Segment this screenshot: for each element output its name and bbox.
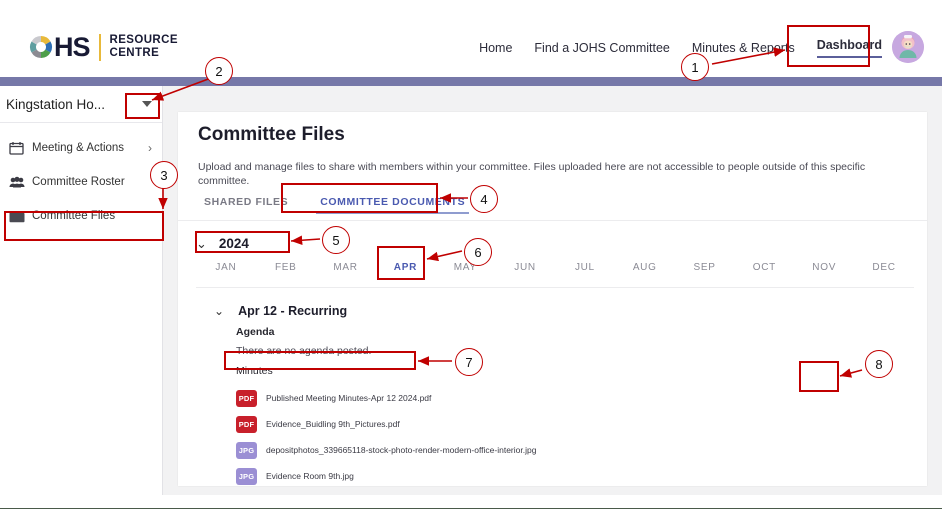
agenda-label: Agenda [236, 326, 275, 338]
month-feb[interactable]: FEB [256, 262, 316, 282]
tab-committee-documents[interactable]: COMMITTEE DOCUMENTS [310, 190, 475, 217]
month-may[interactable]: MAY [435, 262, 495, 282]
accent-band [0, 77, 942, 86]
month-strip: JAN FEB MAR APR MAY JUN JUL AUG SEP OCT NOV DEC [196, 262, 914, 282]
chevron-down-icon: ⌄ [196, 236, 207, 251]
folder-icon [8, 209, 25, 224]
file-name-link[interactable]: depositphotos_339665118-stock-photo-rend… [266, 445, 536, 455]
sidebar-item-meeting-actions[interactable]: Meeting & Actions › [0, 131, 162, 165]
jpg-file-icon: JPG [236, 441, 257, 459]
file-row: JPG depositphotos_339665118-stock-photo-r… [236, 437, 908, 463]
caret-down-icon[interactable] [142, 101, 152, 107]
agenda-empty-message: There are no agenda posted. [236, 345, 372, 357]
month-apr[interactable]: APR [375, 262, 435, 282]
app-screenshot: HS RESOURCE CENTRE Home Find a JOHS Commi… [0, 0, 942, 516]
committee-picker-label: Kingstation Ho... [6, 96, 106, 112]
tab-shared-files[interactable]: SHARED FILES [194, 190, 298, 217]
file-name-link[interactable]: Evidence_Buidling 9th_Pictures.pdf [266, 419, 400, 429]
year-selector[interactable]: ⌄ 2024 [196, 236, 249, 251]
month-dec[interactable]: DEC [854, 262, 914, 282]
chevron-down-icon: ⌄ [214, 304, 225, 318]
nav-item-minutes-reports[interactable]: Minutes & Reports [692, 41, 795, 55]
content-card: Committee Files Upload and manage files … [178, 112, 927, 486]
sidebar-item-committee-roster[interactable]: Committee Roster [0, 165, 162, 199]
month-strip-divider [196, 287, 914, 288]
year-label: 2024 [218, 236, 249, 251]
avatar[interactable] [892, 31, 924, 63]
bottom-rule [0, 508, 942, 509]
brand-logo[interactable]: HS RESOURCE CENTRE [28, 30, 178, 64]
month-aug[interactable]: AUG [615, 262, 675, 282]
minutes-label: Minutes [236, 365, 273, 377]
nav-item-find-a-johs-committee[interactable]: Find a JOHS Committee [534, 41, 669, 55]
people-icon [8, 175, 25, 190]
file-row: PDF Evidence_Buidling 9th_Pictures.pdf [236, 411, 908, 437]
sidebar-item-label: Meeting & Actions [32, 142, 125, 154]
tab-bar: SHARED FILES COMMITTEE DOCUMENTS [194, 190, 475, 217]
month-jun[interactable]: JUN [495, 262, 555, 282]
file-name-link[interactable]: Published Meeting Minutes-Apr 12 2024.pd… [266, 393, 431, 403]
file-row: JPG Evidence Room 9th.jpg [236, 463, 908, 489]
calendar-icon [8, 141, 25, 156]
sidebar-item-label: Committee Roster [32, 176, 125, 188]
main-navigation: Home Find a JOHS Committee Minutes & Repor… [479, 38, 883, 58]
page-description: Upload and manage files to share with me… [198, 161, 866, 187]
file-list: PDF Published Meeting Minutes-Apr 12 2024… [236, 385, 908, 489]
sidebar: Kingstation Ho... Meeting & Actions › Comm… [0, 86, 163, 495]
pdf-file-icon: PDF [236, 389, 257, 407]
sidebar-item-label: Committee Files [32, 210, 116, 222]
month-oct[interactable]: OCT [734, 262, 794, 282]
logo-line-1: RESOURCE [109, 34, 178, 46]
sidebar-nav-list: Meeting & Actions › Committee Roster Commit… [0, 123, 162, 233]
committee-picker[interactable]: Kingstation Ho... [0, 86, 162, 123]
logo-hs-text: HS [54, 31, 91, 62]
ohs-circle-logo-icon [28, 34, 54, 60]
month-nov[interactable]: NOV [794, 262, 854, 282]
meeting-group: ⌄ Apr 12 - Recurring Agenda There are no… [214, 304, 908, 489]
chevron-right-icon: › [148, 141, 152, 155]
logo-line-2: CENTRE [109, 47, 160, 59]
jpg-file-icon: JPG [236, 467, 257, 485]
page-title: Committee Files [198, 124, 345, 145]
tab-divider [178, 220, 927, 221]
logo-resource-centre: RESOURCE CENTRE [110, 34, 178, 60]
nav-item-dashboard[interactable]: Dashboard [816, 38, 883, 58]
logo-divider [98, 33, 101, 61]
file-name-link[interactable]: Evidence Room 9th.jpg [266, 471, 354, 481]
meeting-header[interactable]: ⌄ Apr 12 - Recurring [214, 304, 908, 318]
nav-item-home[interactable]: Home [479, 41, 512, 55]
meeting-title: Apr 12 - Recurring [238, 304, 348, 318]
month-jul[interactable]: JUL [555, 262, 615, 282]
sidebar-item-committee-files[interactable]: Committee Files [0, 199, 162, 233]
month-jan[interactable]: JAN [196, 262, 256, 282]
month-mar[interactable]: MAR [316, 262, 376, 282]
pdf-file-icon: PDF [236, 415, 257, 433]
top-header: HS RESOURCE CENTRE Home Find a JOHS Commi… [0, 0, 942, 77]
month-sep[interactable]: SEP [675, 262, 735, 282]
file-row: PDF Published Meeting Minutes-Apr 12 2024… [236, 385, 908, 411]
